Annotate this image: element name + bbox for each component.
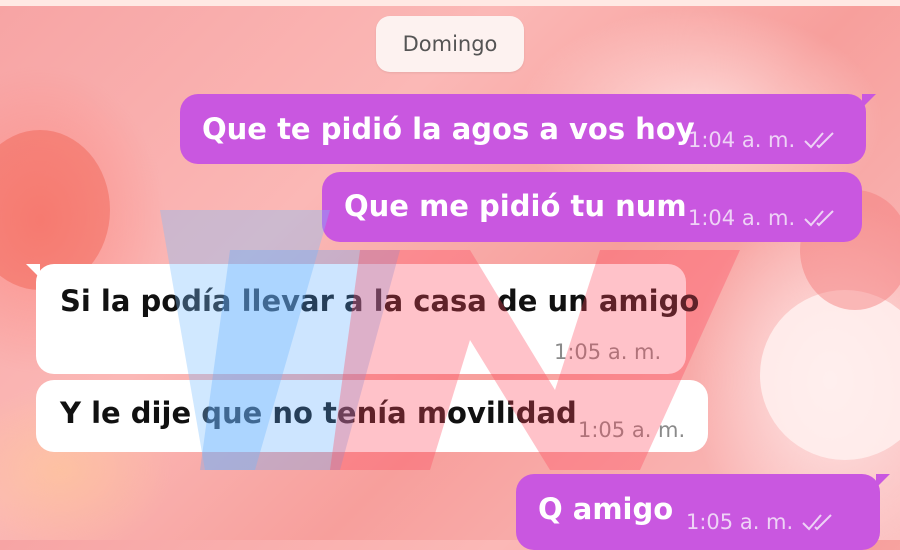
bubble-tail <box>862 94 876 108</box>
bubble-tail <box>876 474 890 488</box>
message-text: Y le dije que no tenía movilidad <box>60 396 577 430</box>
message-meta: 1:05 a. m. <box>686 510 835 534</box>
message-time: 1:05 a. m. <box>554 340 662 364</box>
message-time: 1:05 a. m. <box>578 418 686 442</box>
message-text: Que me pidió tu num <box>344 189 687 223</box>
incoming-message[interactable]: Y le dije que no tenía movilidad 1:05 a.… <box>36 380 708 452</box>
message-time: 1:04 a. m. <box>688 206 796 230</box>
message-meta: 1:05 a. m. <box>578 418 685 442</box>
message-meta: 1:05 a. m. <box>554 340 661 364</box>
top-strip <box>0 0 900 6</box>
message-time: 1:05 a. m. <box>686 510 794 534</box>
message-meta: 1:04 a. m. <box>688 128 837 152</box>
outgoing-message[interactable]: Q amigo 1:05 a. m. <box>516 474 890 550</box>
bubble-tail <box>26 264 40 278</box>
message-text: Que te pidió la agos a vos hoy <box>202 112 695 146</box>
date-separator-label: Domingo <box>402 32 498 56</box>
outgoing-message[interactable]: Que me pidió tu num 1:04 a. m. <box>322 172 862 242</box>
double-check-icon <box>804 132 834 149</box>
incoming-message[interactable]: Si la podía llevar a la casa de un amigo… <box>26 264 699 374</box>
double-check-icon <box>804 210 834 227</box>
background-flower <box>760 290 900 460</box>
message-time: 1:04 a. m. <box>688 128 796 152</box>
date-separator: Domingo <box>376 16 524 72</box>
message-text: Si la podía llevar a la casa de un amigo <box>60 284 700 318</box>
double-check-icon <box>802 514 832 531</box>
message-text: Q amigo <box>538 492 674 526</box>
outgoing-message[interactable]: Que te pidió la agos a vos hoy 1:04 a. m… <box>180 94 876 164</box>
message-meta: 1:04 a. m. <box>688 206 837 230</box>
